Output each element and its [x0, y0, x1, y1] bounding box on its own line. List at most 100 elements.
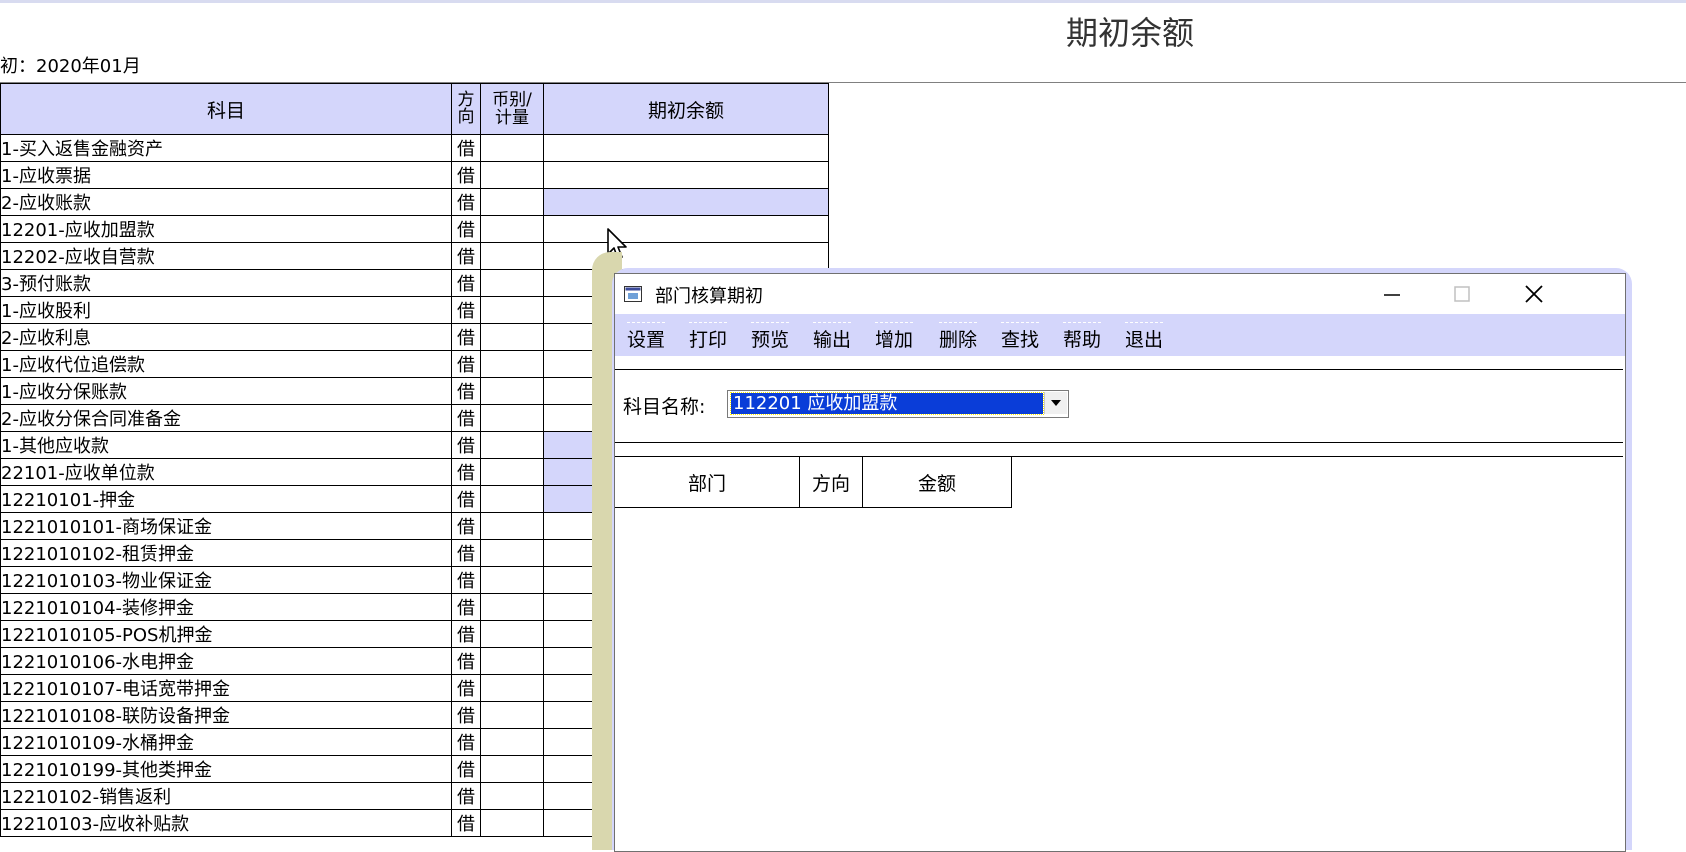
- menu-find[interactable]: 查找: [1001, 322, 1040, 352]
- currency-cell[interactable]: [480, 809, 544, 837]
- col-header-amount[interactable]: 期初余额: [543, 83, 829, 135]
- direction-cell[interactable]: 借: [451, 485, 481, 513]
- menu-preview[interactable]: 预览: [751, 322, 790, 352]
- dept-grid-area[interactable]: 部门 方向 金额: [615, 456, 1623, 851]
- subject-cell[interactable]: 2-应收利息: [0, 323, 452, 351]
- direction-cell[interactable]: 借: [451, 350, 481, 378]
- currency-cell[interactable]: [480, 728, 544, 756]
- currency-cell[interactable]: [480, 431, 544, 459]
- currency-cell[interactable]: [480, 539, 544, 567]
- maximize-button[interactable]: [1427, 274, 1497, 314]
- subject-cell[interactable]: 2-应收分保合同准备金: [0, 404, 452, 432]
- currency-cell[interactable]: [480, 404, 544, 432]
- col-header-subject[interactable]: 科目: [0, 83, 452, 135]
- subject-cell[interactable]: 1-应收代位追偿款: [0, 350, 452, 378]
- subject-cell[interactable]: 22101-应收单位款: [0, 458, 452, 486]
- table-row[interactable]: 1-买入返售金融资产借: [0, 134, 829, 162]
- currency-cell[interactable]: [480, 350, 544, 378]
- currency-cell[interactable]: [480, 458, 544, 486]
- subject-cell[interactable]: 1221010108-联防设备押金: [0, 701, 452, 729]
- subject-cell[interactable]: 1-其他应收款: [0, 431, 452, 459]
- direction-cell[interactable]: 借: [451, 674, 481, 702]
- currency-cell[interactable]: [480, 296, 544, 324]
- col-header-department[interactable]: 部门: [615, 457, 800, 508]
- currency-cell[interactable]: [480, 674, 544, 702]
- direction-cell[interactable]: 借: [451, 377, 481, 405]
- menu-settings[interactable]: 设置: [627, 322, 666, 352]
- direction-cell[interactable]: 借: [451, 269, 481, 297]
- currency-cell[interactable]: [480, 512, 544, 540]
- direction-cell[interactable]: 借: [451, 782, 481, 810]
- subject-cell[interactable]: 1221010106-水电押金: [0, 647, 452, 675]
- direction-cell[interactable]: 借: [451, 188, 481, 216]
- direction-cell[interactable]: 借: [451, 161, 481, 189]
- table-row[interactable]: 2-应收账款借: [0, 188, 829, 216]
- dropdown-button[interactable]: [1044, 392, 1067, 414]
- direction-cell[interactable]: 借: [451, 701, 481, 729]
- subject-cell[interactable]: 12202-应收自营款: [0, 242, 452, 270]
- direction-cell[interactable]: 借: [451, 215, 481, 243]
- menu-delete[interactable]: 删除: [939, 322, 978, 352]
- subject-cell[interactable]: 1-买入返售金融资产: [0, 134, 452, 162]
- amount-cell[interactable]: [543, 161, 829, 189]
- subject-cell[interactable]: 3-预付账款: [0, 269, 452, 297]
- amount-cell[interactable]: [543, 134, 829, 162]
- col-header-dept-amount[interactable]: 金额: [862, 457, 1012, 508]
- dialog-titlebar[interactable]: 部门核算期初: [615, 274, 1625, 314]
- col-header-dept-direction[interactable]: 方向: [799, 457, 863, 508]
- menu-export[interactable]: 输出: [813, 322, 852, 352]
- amount-cell[interactable]: [543, 188, 829, 216]
- direction-cell[interactable]: 借: [451, 134, 481, 162]
- menu-help[interactable]: 帮助: [1063, 322, 1102, 352]
- currency-cell[interactable]: [480, 782, 544, 810]
- direction-cell[interactable]: 借: [451, 566, 481, 594]
- table-row[interactable]: 12202-应收自营款借: [0, 242, 829, 270]
- currency-cell[interactable]: [480, 188, 544, 216]
- currency-cell[interactable]: [480, 701, 544, 729]
- subject-cell[interactable]: 12210102-销售返利: [0, 782, 452, 810]
- currency-cell[interactable]: [480, 215, 544, 243]
- direction-cell[interactable]: 借: [451, 404, 481, 432]
- table-row[interactable]: 12201-应收加盟款借: [0, 215, 829, 243]
- direction-cell[interactable]: 借: [451, 539, 481, 567]
- direction-cell[interactable]: 借: [451, 755, 481, 783]
- subject-cell[interactable]: 12210103-应收补贴款: [0, 809, 452, 837]
- direction-cell[interactable]: 借: [451, 323, 481, 351]
- direction-cell[interactable]: 借: [451, 458, 481, 486]
- currency-cell[interactable]: [480, 377, 544, 405]
- subject-cell[interactable]: 1221010107-电话宽带押金: [0, 674, 452, 702]
- direction-cell[interactable]: 借: [451, 620, 481, 648]
- subject-cell[interactable]: 1221010102-租赁押金: [0, 539, 452, 567]
- subject-cell[interactable]: 1-应收分保账款: [0, 377, 452, 405]
- direction-cell[interactable]: 借: [451, 242, 481, 270]
- currency-cell[interactable]: [480, 593, 544, 621]
- subject-cell[interactable]: 1-应收票据: [0, 161, 452, 189]
- subject-cell[interactable]: 12201-应收加盟款: [0, 215, 452, 243]
- subject-cell[interactable]: 1221010105-POS机押金: [0, 620, 452, 648]
- currency-cell[interactable]: [480, 134, 544, 162]
- subject-cell[interactable]: 1221010109-水桶押金: [0, 728, 452, 756]
- direction-cell[interactable]: 借: [451, 593, 481, 621]
- currency-cell[interactable]: [480, 161, 544, 189]
- menu-print[interactable]: 打印: [689, 322, 728, 352]
- subject-cell[interactable]: 1221010101-商场保证金: [0, 512, 452, 540]
- subject-cell[interactable]: 1221010103-物业保证金: [0, 566, 452, 594]
- close-button[interactable]: [1499, 274, 1569, 314]
- direction-cell[interactable]: 借: [451, 728, 481, 756]
- amount-cell[interactable]: [543, 242, 829, 270]
- currency-cell[interactable]: [480, 242, 544, 270]
- subject-cell[interactable]: 12210101-押金: [0, 485, 452, 513]
- direction-cell[interactable]: 借: [451, 296, 481, 324]
- direction-cell[interactable]: 借: [451, 431, 481, 459]
- currency-cell[interactable]: [480, 566, 544, 594]
- minimize-button[interactable]: [1357, 274, 1427, 314]
- currency-cell[interactable]: [480, 485, 544, 513]
- currency-cell[interactable]: [480, 647, 544, 675]
- menu-exit[interactable]: 退出: [1125, 322, 1164, 352]
- subject-cell[interactable]: 1221010104-装修押金: [0, 593, 452, 621]
- subject-cell[interactable]: 1221010199-其他类押金: [0, 755, 452, 783]
- col-header-currency[interactable]: 币别/ 计量: [480, 83, 544, 135]
- direction-cell[interactable]: 借: [451, 809, 481, 837]
- currency-cell[interactable]: [480, 323, 544, 351]
- currency-cell[interactable]: [480, 269, 544, 297]
